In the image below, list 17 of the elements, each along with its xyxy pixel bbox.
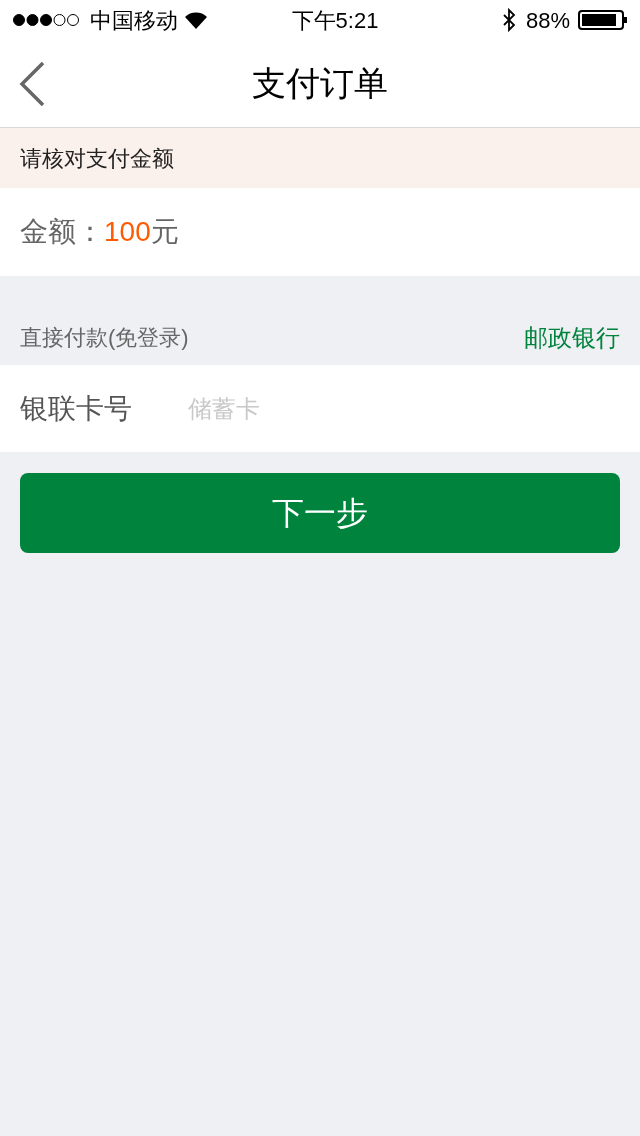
back-icon — [18, 60, 46, 107]
section-title: 直接付款(免登录) — [20, 324, 189, 352]
card-number-label: 银联卡号 — [20, 391, 133, 426]
notice-bar: 请核对支付金额 — [0, 128, 640, 188]
page-title: 支付订单 — [252, 63, 388, 104]
next-step-button[interactable]: 下一步 — [20, 473, 620, 553]
wifi-icon — [184, 11, 208, 29]
clock-time: 下午5:21 — [291, 6, 379, 35]
amount-unit: 元 — [150, 215, 179, 249]
amount-label: 金额： — [20, 215, 104, 249]
bluetooth-icon — [501, 8, 516, 32]
signal-icon — [12, 13, 80, 27]
battery-percent: 88% — [525, 6, 570, 35]
battery-icon — [578, 10, 628, 30]
amount-value: 100 — [104, 215, 151, 249]
bank-name: 邮政银行 — [524, 322, 620, 353]
carrier-name: 中国移动 — [90, 6, 178, 35]
